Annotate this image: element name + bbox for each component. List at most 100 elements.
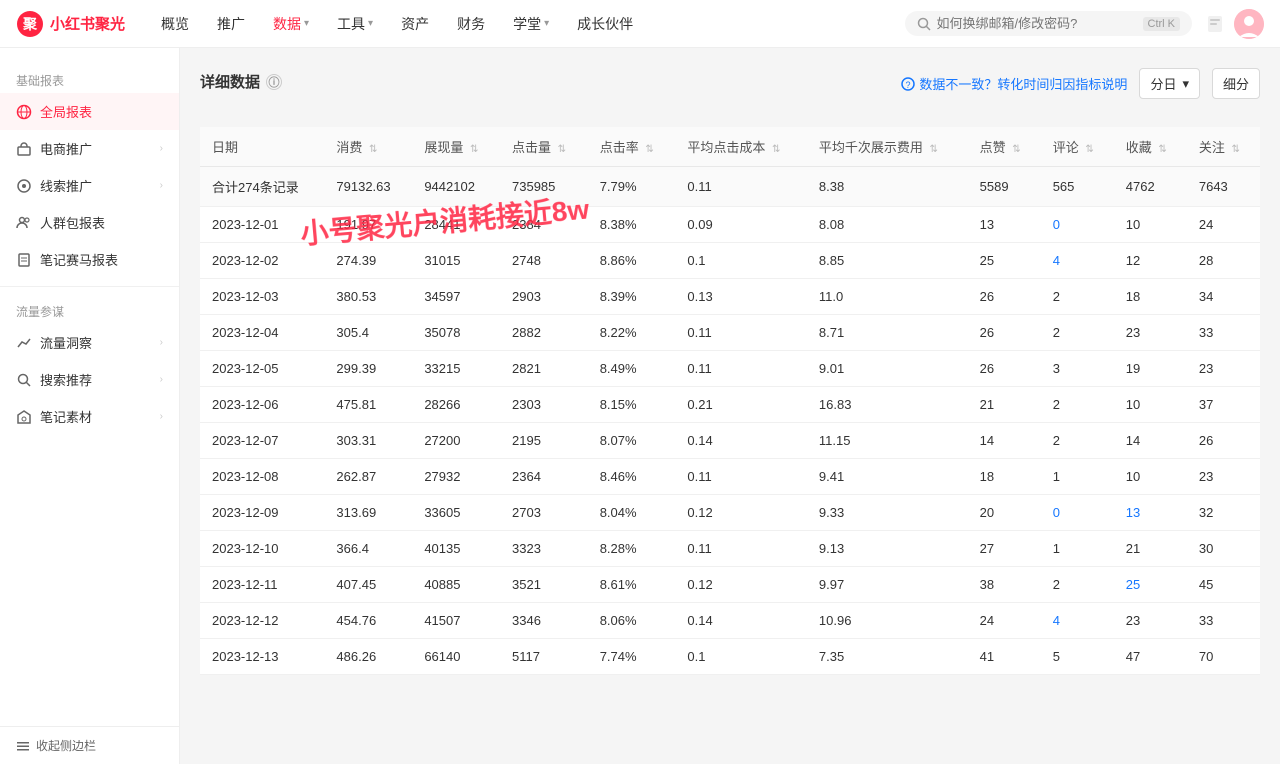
row-date[interactable]: 2023-12-06: [200, 387, 324, 423]
row-saves: 21: [1114, 531, 1187, 567]
row-impressions: 41507: [412, 603, 500, 639]
row-impressions: 28441: [412, 207, 500, 243]
row-clicks: 2364: [500, 459, 588, 495]
row-date[interactable]: 2023-12-05: [200, 351, 324, 387]
chevron-down-icon: ▾: [368, 18, 373, 29]
row-cpm: 9.01: [807, 351, 968, 387]
table-row: 2023-12-09 313.69 33605 2703 8.04% 0.12 …: [200, 495, 1260, 531]
row-ctr: 8.04%: [588, 495, 676, 531]
row-ctr: 8.86%: [588, 243, 676, 279]
row-cpm: 8.08: [807, 207, 968, 243]
row-likes: 13: [968, 207, 1041, 243]
granularity-select[interactable]: 分日 ▾: [1139, 68, 1200, 99]
col-spend[interactable]: 消费 ⇅: [324, 127, 412, 167]
top-navigation: 聚 小红书聚光 概览 推广 数据 ▾ 工具 ▾ 资产 财务 学堂 ▾ 成长伙伴 …: [0, 0, 1280, 48]
col-clicks[interactable]: 点击量 ⇅: [500, 127, 588, 167]
chevron-down-icon: ▾: [544, 18, 549, 29]
sidebar-item-global-report[interactable]: 全局报表: [0, 93, 179, 130]
col-impressions[interactable]: 展现量 ⇅: [412, 127, 500, 167]
col-cpc[interactable]: 平均点击成本 ⇅: [675, 127, 807, 167]
sidebar-item-crowd[interactable]: 人群包报表: [0, 204, 179, 241]
row-impressions: 66140: [412, 639, 500, 675]
col-likes[interactable]: 点赞 ⇅: [968, 127, 1041, 167]
table-container: 日期 消费 ⇅ 展现量 ⇅ 点击量 ⇅: [200, 127, 1260, 675]
row-likes: 25: [968, 243, 1041, 279]
nav-partner[interactable]: 成长伙伴: [565, 8, 645, 40]
row-date[interactable]: 2023-12-13: [200, 639, 324, 675]
row-date[interactable]: 2023-12-12: [200, 603, 324, 639]
row-date[interactable]: 2023-12-07: [200, 423, 324, 459]
col-follows[interactable]: 关注 ⇅: [1187, 127, 1260, 167]
row-date[interactable]: 2023-12-04: [200, 315, 324, 351]
row-follows: 70: [1187, 639, 1260, 675]
detail-button[interactable]: 细分: [1212, 68, 1260, 99]
row-clicks: 3346: [500, 603, 588, 639]
row-date[interactable]: 2023-12-02: [200, 243, 324, 279]
sort-icon: ⇅: [1232, 144, 1240, 155]
col-ctr[interactable]: 点击率 ⇅: [588, 127, 676, 167]
row-cpm: 10.96: [807, 603, 968, 639]
nav-academy[interactable]: 学堂 ▾: [501, 8, 561, 40]
row-clicks: 2384: [500, 207, 588, 243]
nav-overview[interactable]: 概览: [149, 8, 201, 40]
nav-assets[interactable]: 资产: [389, 8, 441, 40]
nav-data[interactable]: 数据 ▾: [261, 8, 321, 40]
sidebar-item-search-recommend[interactable]: 搜索推荐 ›: [0, 361, 179, 398]
row-cpc: 0.09: [675, 207, 807, 243]
nav-promote[interactable]: 推广: [205, 8, 257, 40]
search-input[interactable]: [937, 16, 1137, 31]
logo-icon: 聚: [16, 10, 44, 38]
row-clicks: 5117: [500, 639, 588, 675]
sidebar-item-ecommerce[interactable]: 电商推广 ›: [0, 130, 179, 167]
search-bar[interactable]: Ctrl K: [905, 11, 1193, 36]
row-cpc: 0.14: [675, 603, 807, 639]
col-date[interactable]: 日期: [200, 127, 324, 167]
row-spend: 407.45: [324, 567, 412, 603]
avatar[interactable]: [1234, 9, 1264, 39]
row-likes: 26: [968, 351, 1041, 387]
row-cpc: 0.11: [675, 531, 807, 567]
info-icon[interactable]: ⓘ: [266, 74, 282, 90]
row-cpm: 9.33: [807, 495, 968, 531]
row-spend: 303.31: [324, 423, 412, 459]
nav-tools[interactable]: 工具 ▾: [325, 8, 385, 40]
sidebar-collapse-button[interactable]: 收起侧边栏: [0, 726, 180, 764]
row-saves: 25: [1114, 567, 1187, 603]
sidebar-item-traffic-insight[interactable]: 流量洞察 ›: [0, 324, 179, 361]
row-date[interactable]: 2023-12-11: [200, 567, 324, 603]
row-comments: 2: [1041, 315, 1114, 351]
row-spend: 305.4: [324, 315, 412, 351]
sidebar-item-label: 人群包报表: [40, 213, 163, 232]
sort-icon: ⇅: [772, 144, 780, 155]
nav-finance[interactable]: 财务: [445, 8, 497, 40]
sidebar-item-note-material[interactable]: 笔记素材 ›: [0, 398, 179, 435]
summary-spend: 79132.63: [324, 167, 412, 207]
col-saves[interactable]: 收藏 ⇅: [1114, 127, 1187, 167]
sidebar-item-clue[interactable]: 线索推广 ›: [0, 167, 179, 204]
row-date[interactable]: 2023-12-09: [200, 495, 324, 531]
summary-ctr: 7.79%: [588, 167, 676, 207]
table-toolbar: ? 数据不一致？转化时间归因指标说明 分日 ▾ 细分: [901, 68, 1260, 99]
col-comments[interactable]: 评论 ⇅: [1041, 127, 1114, 167]
data-inconsist-link[interactable]: ? 数据不一致？转化时间归因指标说明: [901, 74, 1127, 93]
row-cpm: 9.97: [807, 567, 968, 603]
row-impressions: 40885: [412, 567, 500, 603]
summary-cpm: 8.38: [807, 167, 968, 207]
row-comments: 2: [1041, 423, 1114, 459]
row-date[interactable]: 2023-12-03: [200, 279, 324, 315]
row-clicks: 2703: [500, 495, 588, 531]
row-date[interactable]: 2023-12-10: [200, 531, 324, 567]
sidebar: 基础报表 全局报表 电商推广 › 线索推广 ›: [0, 48, 180, 764]
row-cpc: 0.11: [675, 351, 807, 387]
col-cpm[interactable]: 平均千次展示费用 ⇅: [807, 127, 968, 167]
notification-icon[interactable]: [1204, 13, 1226, 35]
table-row: 2023-12-10 366.4 40135 3323 8.28% 0.11 9…: [200, 531, 1260, 567]
sidebar-item-note-race[interactable]: 笔记赛马报表: [0, 241, 179, 278]
row-comments: 0: [1041, 207, 1114, 243]
row-follows: 26: [1187, 423, 1260, 459]
row-impressions: 27200: [412, 423, 500, 459]
row-cpm: 7.35: [807, 639, 968, 675]
row-date[interactable]: 2023-12-01: [200, 207, 324, 243]
logo[interactable]: 聚 小红书聚光: [16, 10, 125, 38]
row-date[interactable]: 2023-12-08: [200, 459, 324, 495]
